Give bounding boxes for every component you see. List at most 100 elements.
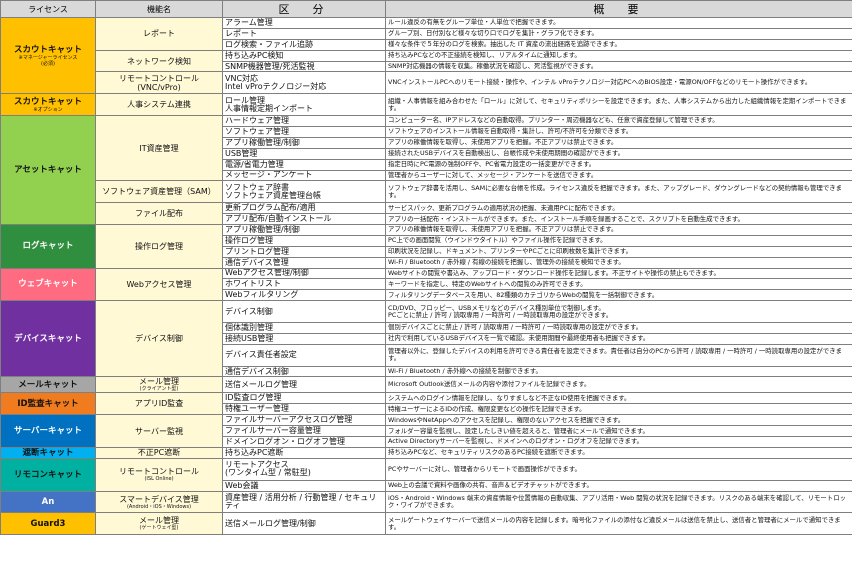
license-cell: ログキャット [0,223,96,269]
overview-cell: Web上の会議で資料や画像の共有、音声＆ビデオチャットができます。 [385,479,852,492]
license-name: デバイスキャット [14,333,82,344]
division-cell: 特権ユーザー管理 [222,403,386,416]
table-row: ログキャット 操作ログ管理 アプリ稼働管理/制御 アプリの稼働情報を取得し、未使用アプ… [0,223,852,269]
license-cell: An [0,490,96,514]
overview-cell: 接続されたUSBデバイスを自動検出し、台帳作成や未使用期間の確認ができます。 [385,147,852,160]
overview-cell: フィルタリングデータベースを用い、82種類のカテゴリからWebの閲覧を一括制御で… [385,289,852,302]
header-row: ライセンス 機能名 区 分 概 要 [0,0,852,18]
table-body: スカウトキャット ※マネージャーライセンス (必須) レポート アラーム管理 ルール違反の… [0,16,852,536]
license-note: ※マネージャーライセンス (必須) [18,54,78,67]
division-cell: ドメインログオン・ログオフ管理 [222,436,386,448]
division-cell: メッセージ・アンケート [222,169,386,182]
table-row: リモートコントロール (VNC/vPro) VNC対応 Intel vProテクノロジ… [1,71,852,95]
overview-cell: アプリの一括配布・インストールができます。また、インストール手順を録画することで… [385,213,852,225]
license-cell: 遮断キャット [0,446,96,459]
overview-cell: PCやサーバーに対し、管理者からリモートで画面操作ができます。 [385,457,852,481]
division-cell: 通信デバイス制御 [222,365,386,378]
division-cell: デバイス責任者設定 [222,343,386,367]
division-cell: Webアクセス管理/制御 [222,267,386,280]
table-row: ソフトウェア資産管理（SAM） ソフトウェア辞書 ソフトウェア資産管理台帳 ソフトウェ… [1,180,852,204]
license-name: An [41,497,55,507]
license-cell: スカウトキャット ※マネージャーライセンス (必須) [0,16,96,95]
function-cell: 人事システム連携 [95,93,223,117]
overview-cell: グループ別、日付別など様々な切り口でログを集計・グラフ化できます。 [385,27,852,40]
license-name: メールキャット [18,379,78,390]
function-cell: IT資産管理 [95,115,223,182]
function-cell: スマートデバイス管理 (Android・iOS・Windows) [95,490,223,514]
license-name: Guard3 [30,518,66,529]
division-cell: 持ち込みPC遮断 [222,446,386,459]
license-cell: デバイスキャット [0,300,96,378]
overview-cell: Active Directoryサーバーを監視し、ドメインへのログオン・ログオフ… [385,436,852,448]
table-row: Guard3 メール管理 (ゲートウェイ型) 送信メールログ管理/制御 メールゲートウェ… [0,512,852,536]
license-note: ※オプション [33,106,63,113]
header-division: 区 分 [222,0,386,18]
table-row: ID監査キャット アプリID監査 ID監査ログ管理 システムへのログイン情報を記録し、… [0,392,852,416]
division-cell: 持ち込みPC検知 [222,49,386,62]
division-cell: SNMP機器管理/死活監視 [222,60,386,73]
division-cell: USB管理 [222,147,386,160]
overview-cell: 持ち込みPCなど、セキュリティリスクのあるPC接続を遮断できます。 [385,446,852,459]
header-license: ライセンス [0,0,96,18]
function-cell: ソフトウェア資産管理（SAM） [95,180,223,204]
division-cell: プリントログ管理 [222,245,386,258]
division-cell: アプリ配布/自動インストール [222,213,386,225]
license-name: アセットキャット [14,165,82,175]
table-row: サーバーキャット サーバー監視 ファイルサーバーアクセスログ管理 WindowsやNe… [0,414,852,448]
table-row: 遮断キャット 不正PC遮断 持ち込みPC遮断 持ち込みPCなど、セキュリティリスクのあ… [0,446,852,459]
overview-cell: 印刷状況を記録し、ドキュメント、プリンターやPCごとに印刷枚数を集計できます。 [385,245,852,258]
overview-cell: ソフトウェアのインストール情報を自動取得・集計し、許可/不許可を分類できます。 [385,125,852,138]
function-note: (クライアント型) [139,386,179,393]
division-cell: ログ検索・ファイル追跡 [222,38,386,51]
division-cell: ロール管理 人事情報定期インポート [222,93,386,117]
function-cell: 操作ログ管理 [95,223,223,269]
overview-cell: VNCインストールPCへのリモート接続・操作や、インテル vProテクノロジー対… [385,71,852,95]
function-cell: アプリID監査 [95,392,223,416]
function-cell: ネットワーク検知 [95,49,223,73]
division-cell: 更新プログラム配布/適用 [222,202,386,215]
function-note: (ISL Online) [144,476,174,483]
table-row: デバイスキャット デバイス制御 デバイス制御 CD/DVD、フロッピー、USBメモリな… [0,300,852,378]
license-cell: リモコンキャット [0,457,96,492]
function-cell: デバイス制御 [95,300,223,378]
overview-cell: 社内で利用しているUSBデバイスを一覧で確認。未使用期間や最終使用者も把握できま… [385,332,852,345]
license-cell: アセットキャット [0,115,96,225]
division-cell: 操作ログ管理 [222,234,386,247]
license-cell: Guard3 [0,512,96,536]
division-cell: ソフトウェア辞書 ソフトウェア資産管理台帳 [222,180,386,204]
division-cell: レポート [222,27,386,40]
table-row: スカウトキャット ※マネージャーライセンス (必須) レポート アラーム管理 ルール違反の… [0,16,852,95]
overview-cell: Webサイトの閲覧や書込み、アップロード・ダウンロード操作を記録します。不正サイ… [385,267,852,280]
overview-cell: キーワードを指定し、特定のWebサイトへの閲覧のみ許可できます。 [385,278,852,291]
division-cell: 送信メールログ管理/制御 [222,512,386,536]
overview-cell: 個別デバイスごとに禁止 / 許可 / 読取専用 / 一時許可 / 一時読取専用の… [385,322,852,334]
table-row: An スマートデバイス管理 (Android・iOS・Windows) 資産管理 / … [0,490,852,514]
function-cell: 不正PC遮断 [95,446,223,459]
license-name: スカウトキャット [13,96,82,107]
division-cell: Webフィルタリング [222,289,386,302]
license-cell: スカウトキャット ※オプション [0,93,96,117]
overview-cell: 組織・人事情報を組み合わせた「ロール」に対して、セキュリティポリシーを設定できま… [385,93,852,117]
overview-cell: Microsoft Outlook送信メールの内容や添付ファイルを記録できます。 [385,376,852,394]
division-cell: ホワイトリスト [222,278,386,291]
function-note: (ゲートウェイ型) [139,525,179,532]
overview-cell: コンピューター名、IPアドレスなどの自動取得。プリンター・周辺機器なども、任意で… [385,115,852,127]
division-cell: デバイス制御 [222,300,386,323]
division-cell: 個体識別管理 [222,322,386,334]
license-name: ID監査キャット [17,398,79,409]
license-cell: サーバーキャット [0,414,96,448]
header-overview: 概 要 [385,0,852,18]
overview-cell: メールゲートウェイサーバーで送信メールの内容を記録します。暗号化ファイルの添付な… [385,512,852,536]
table-row: ファイル配布 更新プログラム配布/適用 サービスパック、更新プログラムの適用状況の把… [1,202,852,225]
function-cell: メール管理 (クライアント型) [95,376,223,394]
overview-cell: iOS・Android・Windows 端末の資産情報や位置情報の自動収集、アプ… [385,490,852,514]
division-cell: VNC対応 Intel vProテクノロジー対応 [222,71,386,95]
table-row: メールキャット メール管理 (クライアント型) 送信メールログ管理 Microsoft … [0,376,852,394]
overview-cell: SNMP対応機器の情報を収集。稼働状況を確認し、死活監視ができます。 [385,60,852,73]
division-cell: ID監査ログ管理 [222,392,386,405]
division-cell: リモートアクセス (ワンタイム型 / 常駐型) [222,457,386,481]
overview-cell: 管理者からユーザーに対して、メッセージ・アンケートを送信できます。 [385,169,852,182]
overview-cell: ルール違反の有無をグループ単位・人単位で把握できます。 [385,17,852,29]
division-cell: アプリ稼働管理/制御 [222,136,386,149]
overview-cell: ソフトウェア辞書を活用し、SAMに必要な台帳を作成。ライセンス違反を把握できます… [385,180,852,204]
